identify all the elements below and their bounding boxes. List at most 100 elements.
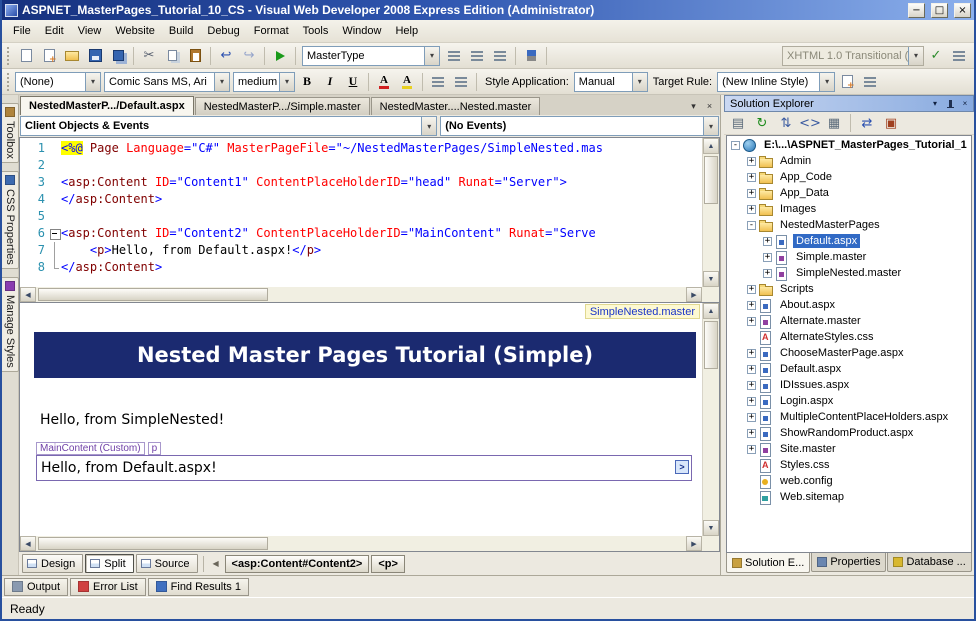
window-position-icon[interactable]: ▾ <box>928 97 942 110</box>
validation-options-button[interactable] <box>948 46 970 66</box>
output-tab[interactable]: Output <box>4 577 69 596</box>
doc-tab-nestedmasterp-simple-master[interactable]: NestedMasterP.../Simple.master <box>194 97 370 115</box>
properties-button[interactable]: ▤ <box>727 113 749 133</box>
menu-view[interactable]: View <box>71 22 109 40</box>
menu-format[interactable]: Format <box>247 22 296 40</box>
tree-item-images[interactable]: + Images <box>727 201 971 217</box>
design-horizontal-scrollbar[interactable]: ◀ ▶ <box>19 536 720 551</box>
check-page-validation-button[interactable]: ✓ <box>925 46 947 66</box>
menu-edit[interactable]: Edit <box>38 22 71 40</box>
chevron-down-icon[interactable]: ▾ <box>85 72 100 91</box>
copy-web-site-button[interactable]: ⇄ <box>856 113 878 133</box>
design-vertical-scrollbar[interactable]: ▲ ▼ <box>702 303 719 536</box>
expander-plus-icon[interactable]: + <box>747 188 756 198</box>
tree-item-default-aspx[interactable]: + Default.aspx <box>727 233 971 249</box>
expander-plus-icon[interactable]: + <box>763 236 772 246</box>
expander-plus-icon[interactable]: + <box>747 412 756 422</box>
bullet-list-button[interactable] <box>427 72 449 92</box>
tree-item-simplenested-master[interactable]: + SimpleNested.master <box>727 265 971 281</box>
aspnet-configuration-button[interactable]: ▣ <box>880 113 902 133</box>
expander-plus-icon[interactable]: + <box>747 364 756 374</box>
font-family-combo[interactable]: Comic Sans MS, Ari ▾ <box>104 71 230 92</box>
nest-related-files-button[interactable]: ⇅ <box>775 113 797 133</box>
side-tab-toolbox[interactable]: Toolbox <box>2 103 19 163</box>
doctype-combo[interactable]: XHTML 1.0 Transitional ( ▾ <box>782 45 924 66</box>
error-list-tab[interactable]: Error List <box>70 577 146 596</box>
menu-website[interactable]: Website <box>108 22 162 40</box>
master-page-link[interactable]: SimpleNested.master <box>584 304 700 319</box>
menu-window[interactable]: Window <box>335 22 388 40</box>
find-results-tab[interactable]: Find Results 1 <box>147 577 249 596</box>
tree-item-nestedmasterpages[interactable]: - NestedMasterPages <box>727 217 971 233</box>
expander-plus-icon[interactable]: + <box>763 252 772 262</box>
auto-hide-button[interactable] <box>943 97 957 110</box>
code-text[interactable]: <asp:Content ID="Content2" ContentPlaceH… <box>61 225 702 242</box>
expander-plus-icon[interactable]: + <box>747 316 756 326</box>
scroll-down-icon[interactable]: ▼ <box>703 520 719 536</box>
expander-plus-icon[interactable]: + <box>747 300 756 310</box>
design-view-button[interactable]: Design <box>22 554 84 573</box>
italic-button[interactable]: I <box>319 72 341 92</box>
bold-button[interactable]: B <box>296 72 318 92</box>
tag-nav-p[interactable]: <p> <box>371 554 405 573</box>
expander-plus-icon[interactable]: + <box>747 348 756 358</box>
tree-item-login-aspx[interactable]: + Login.aspx <box>727 393 971 409</box>
code-text[interactable]: </asp:Content> <box>61 259 702 276</box>
expander-minus-icon[interactable]: - <box>731 140 740 150</box>
underline-button[interactable]: U <box>342 72 364 92</box>
minimize-button[interactable]: − <box>908 2 925 18</box>
code-text[interactable]: <asp:Content ID="Content1" ContentPlaceH… <box>61 174 702 191</box>
tag-nav-asp-content[interactable]: <asp:Content#Content2> <box>224 554 370 573</box>
p-tag-chip[interactable]: p <box>147 442 162 455</box>
scroll-up-icon[interactable]: ▲ <box>703 303 719 319</box>
comment-selection-button[interactable] <box>466 46 488 66</box>
tree-item-idissues-aspx[interactable]: + IDIssues.aspx <box>727 377 971 393</box>
scrollbar-track[interactable] <box>703 319 719 520</box>
expander-plus-icon[interactable]: + <box>747 156 756 166</box>
code-text[interactable]: <%@ Page Language="C#" MasterPageFile="~… <box>61 140 702 157</box>
numbered-list-button[interactable] <box>450 72 472 92</box>
scrollbar-track[interactable] <box>36 536 686 551</box>
code-text[interactable]: </asp:Content> <box>61 191 702 208</box>
scroll-left-icon[interactable]: ◀ <box>20 536 36 551</box>
expander-plus-icon[interactable]: + <box>747 284 756 294</box>
tree-item-site-master[interactable]: + Site.master <box>727 441 971 457</box>
scroll-down-icon[interactable]: ▼ <box>703 271 719 287</box>
start-debugging-button[interactable] <box>269 46 291 66</box>
add-new-item-button[interactable] <box>38 46 60 66</box>
chevron-down-icon[interactable]: ▾ <box>631 72 647 91</box>
tree-item-choosemasterpage-aspx[interactable]: + ChooseMasterPage.aspx <box>727 345 971 361</box>
tree-item-about-aspx[interactable]: + About.aspx <box>727 297 971 313</box>
manage-styles-button[interactable] <box>859 72 881 92</box>
save-all-button[interactable] <box>107 46 129 66</box>
close-button[interactable]: × <box>954 2 971 18</box>
source-editor[interactable]: 1 <%@ Page Language="C#" MasterPageFile="… <box>19 137 720 287</box>
close-panel-icon[interactable]: × <box>958 97 972 110</box>
chevron-down-icon[interactable]: ▾ <box>424 46 439 65</box>
scroll-right-icon[interactable]: ▶ <box>686 536 702 551</box>
tree-item-default-aspx[interactable]: + Default.aspx <box>727 361 971 377</box>
tree-item-e-aspnet-masterpages-tutorial-1[interactable]: - E:\...\ASPNET_MasterPages_Tutorial_1 <box>727 137 971 153</box>
database-explorer-tab[interactable]: Database ... <box>887 553 972 572</box>
object-dropdown[interactable]: Client Objects & Events ▾ <box>20 116 438 136</box>
scrollbar-thumb[interactable] <box>704 156 718 204</box>
highlight-color-button[interactable]: A <box>396 72 418 92</box>
new-web-site-button[interactable] <box>15 46 37 66</box>
scroll-up-icon[interactable]: ▲ <box>703 138 719 154</box>
chevron-down-icon[interactable]: ▾ <box>908 46 923 65</box>
source-vertical-scrollbar[interactable]: ▲ ▼ <box>702 138 719 287</box>
cut-button[interactable]: ✂ <box>138 46 160 66</box>
css-class-combo[interactable]: (None) ▾ <box>15 71 101 92</box>
style-application-combo[interactable]: Manual ▾ <box>573 71 648 92</box>
tree-item-styles-css[interactable]: Styles.css <box>727 457 971 473</box>
side-tab-css-properties[interactable]: CSS Properties <box>2 170 19 269</box>
tree-item-multiplecontentplaceholders-aspx[interactable]: + MultipleContentPlaceHolders.aspx <box>727 409 971 425</box>
scrollbar-thumb[interactable] <box>38 537 268 550</box>
expander-plus-icon[interactable]: + <box>747 380 756 390</box>
expander-plus-icon[interactable]: + <box>763 268 772 278</box>
font-size-combo[interactable]: medium ▾ <box>233 71 295 92</box>
tree-item-admin[interactable]: + Admin <box>727 153 971 169</box>
refresh-button[interactable]: ↻ <box>751 113 773 133</box>
close-document-icon[interactable]: × <box>702 99 717 113</box>
split-view-button[interactable]: Split <box>85 554 134 573</box>
